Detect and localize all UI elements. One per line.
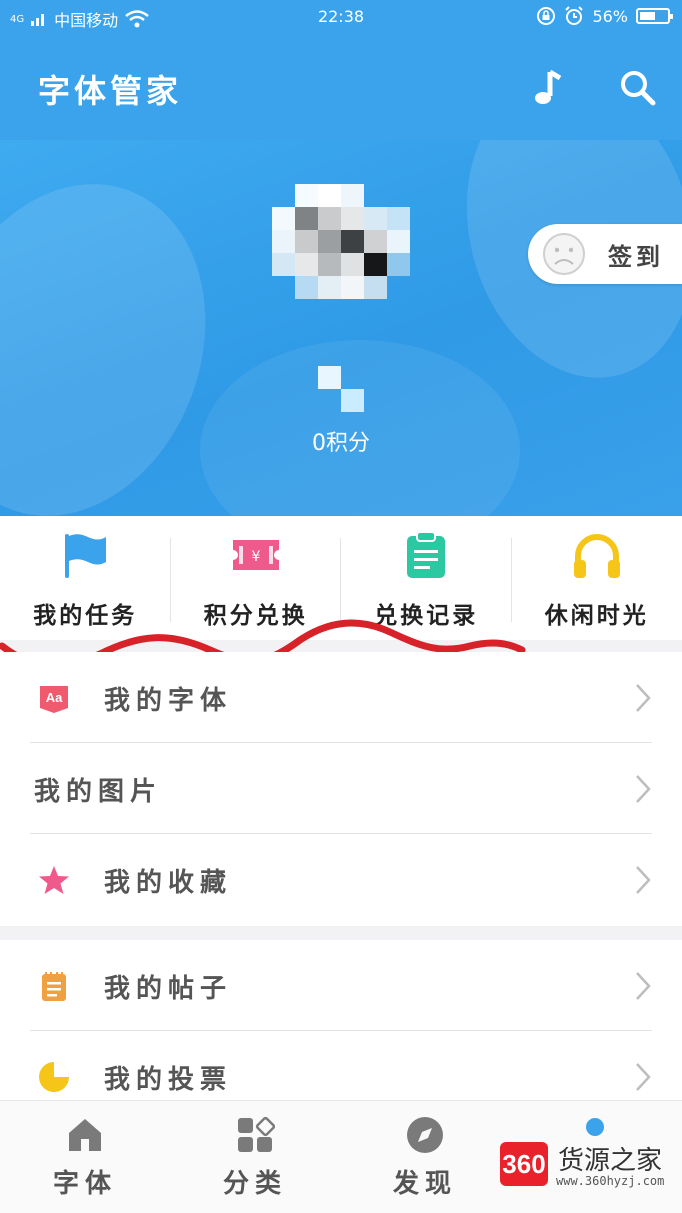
pie-chart-icon <box>38 1061 70 1093</box>
nav-tab-categories[interactable]: 分类 <box>170 1101 340 1213</box>
chevron-right-icon <box>634 682 652 714</box>
sad-face-icon <box>542 232 586 276</box>
username-pixelated <box>341 389 364 412</box>
checkin-button[interactable]: 签到 <box>528 224 682 284</box>
menu-group-personal: Aa 我的字体 我的图片 我的收藏 <box>0 652 682 926</box>
menu-item-label: 我的帖子 <box>104 968 232 1005</box>
watermark-url: www.360hyzj.com <box>556 1174 664 1188</box>
chevron-right-icon <box>634 773 652 805</box>
battery-icon <box>636 8 670 24</box>
nav-tab-fonts[interactable]: 字体 <box>0 1101 170 1213</box>
menu-item-my-posts[interactable]: 我的帖子 <box>0 940 682 1031</box>
notepad-icon <box>38 970 70 1002</box>
svg-text:Aa: Aa <box>46 690 63 705</box>
nav-tab-discover[interactable]: 发现 <box>340 1101 510 1213</box>
app-bar: 字体管家 <box>0 34 682 140</box>
headphones-icon <box>570 528 624 582</box>
flag-icon <box>58 528 112 582</box>
clipboard-icon <box>399 528 453 582</box>
profile-banner: 0积分 签到 <box>0 140 682 516</box>
chevron-right-icon <box>634 970 652 1002</box>
site-watermark: 360 货源之家 www.360hyzj.com <box>500 1138 682 1212</box>
lock-rotation-icon <box>536 6 556 26</box>
menu-item-label: 我的收藏 <box>104 862 232 899</box>
menu-item-my-fonts[interactable]: Aa 我的字体 <box>0 652 682 743</box>
alarm-icon <box>564 6 584 26</box>
status-bar: 4G 中国移动 22:38 56% <box>0 0 682 34</box>
nav-label: 发现 <box>340 1163 510 1200</box>
compass-icon <box>405 1115 445 1155</box>
avatar[interactable] <box>272 184 410 322</box>
quick-action-label: 积分兑换 <box>171 596 342 630</box>
svg-text:¥: ¥ <box>251 549 260 565</box>
category-grid-icon <box>235 1115 275 1155</box>
quick-action-label: 兑换记录 <box>341 596 512 630</box>
home-icon <box>65 1115 105 1155</box>
menu-item-label: 我的投票 <box>104 1059 232 1096</box>
watermark-name: 货源之家 <box>558 1140 662 1177</box>
menu-item-label: 我的图片 <box>34 771 162 808</box>
ticket-icon: ¥ <box>229 528 283 582</box>
app-title: 字体管家 <box>38 66 182 112</box>
nav-label: 字体 <box>0 1163 170 1200</box>
username-pixelated <box>318 366 341 389</box>
star-icon <box>38 864 70 896</box>
quick-actions: 我的任务 ¥ 积分兑换 兑换记录 休闲时光 <box>0 516 682 640</box>
menu-item-label: 我的字体 <box>104 680 232 717</box>
quick-action-tasks[interactable]: 我的任务 <box>0 516 171 640</box>
menu-group-community: 我的帖子 我的投票 <box>0 940 682 1100</box>
nav-label: 分类 <box>170 1163 340 1200</box>
quick-action-history[interactable]: 兑换记录 <box>341 516 512 640</box>
search-icon[interactable] <box>618 68 658 108</box>
quick-action-redeem[interactable]: ¥ 积分兑换 <box>171 516 342 640</box>
points-balance: 0积分 <box>0 425 682 457</box>
chevron-right-icon <box>634 864 652 896</box>
quick-action-label: 我的任务 <box>0 596 171 630</box>
font-aa-icon: Aa <box>38 682 70 714</box>
battery-percent: 56% <box>592 7 628 26</box>
watermark-logo: 360 <box>500 1142 548 1186</box>
music-note-icon[interactable] <box>528 68 564 108</box>
quick-action-leisure[interactable]: 休闲时光 <box>512 516 682 640</box>
chevron-right-icon <box>634 1061 652 1093</box>
checkin-label: 签到 <box>608 237 664 272</box>
quick-action-label: 休闲时光 <box>512 596 682 630</box>
menu-item-my-favorites[interactable]: 我的收藏 <box>0 834 682 925</box>
menu-item-my-images[interactable]: 我的图片 <box>0 743 682 834</box>
